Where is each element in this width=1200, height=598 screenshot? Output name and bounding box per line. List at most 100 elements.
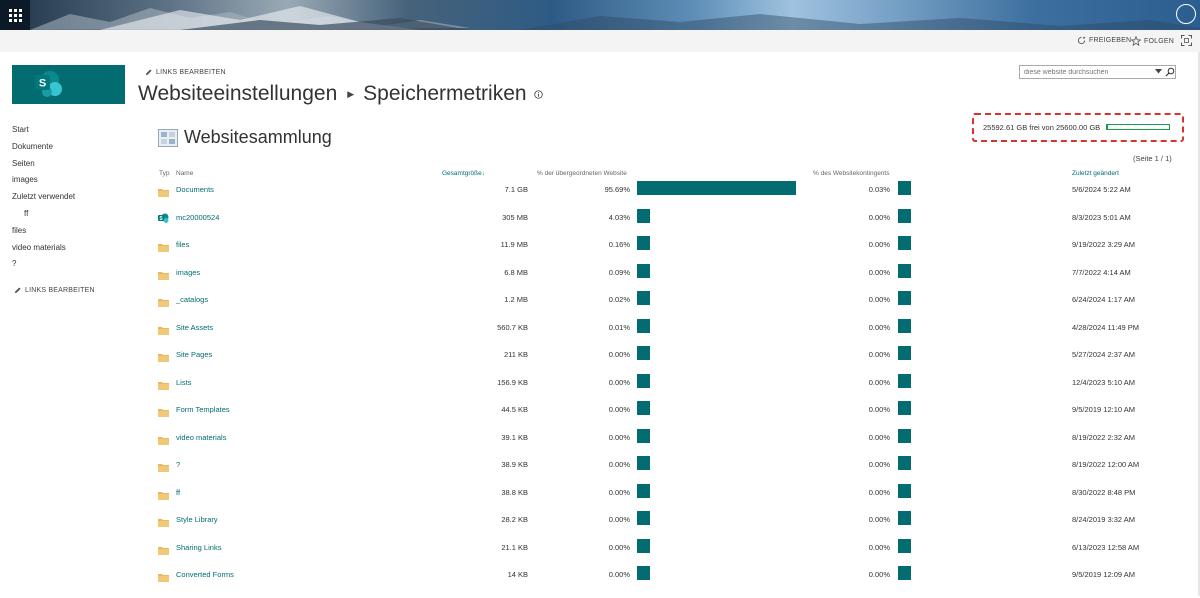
- row-name-link[interactable]: Converted Forms: [176, 570, 234, 579]
- row-size: 305 MB: [502, 212, 528, 222]
- info-icon[interactable]: [533, 89, 543, 99]
- row-pct-parent-bar: [637, 346, 650, 360]
- suite-bar: [0, 0, 1200, 30]
- column-header-type: Typ: [159, 170, 170, 177]
- row-name-link[interactable]: ?: [176, 460, 180, 469]
- pencil-icon: [145, 69, 152, 76]
- row-modified: 6/13/2023 12:58 AM: [1072, 542, 1140, 552]
- row-size: 14 KB: [507, 570, 528, 579]
- row-pct-parent-bar: [637, 566, 650, 580]
- breadcrumb-storage-metrics: Speichermetriken: [363, 82, 527, 105]
- row-size: 38.9 KB: [501, 460, 528, 469]
- row-pct-parent-bar: [637, 428, 650, 443]
- row-name-link[interactable]: ff: [176, 488, 180, 497]
- site-logo[interactable]: S: [12, 65, 125, 104]
- row-size: 1.2 MB: [504, 295, 528, 304]
- search-input[interactable]: [1020, 66, 1149, 78]
- section-title-text: Websitesammlung: [184, 127, 332, 147]
- row-pct-parent: 0.16%: [608, 240, 630, 249]
- row-size: 211 KB: [503, 350, 528, 359]
- row-pct-parent: 0.02%: [608, 295, 630, 304]
- row-size: 7.1 GB: [504, 185, 528, 194]
- edit-links-top[interactable]: LINKS BEARBEITEN: [145, 69, 226, 76]
- nav-item-start[interactable]: Start: [12, 125, 75, 142]
- row-modified: 5/27/2024 2:37 AM: [1072, 350, 1135, 359]
- edit-links-label: LINKS BEARBEITEN: [156, 69, 226, 76]
- row-pct-quota: 0.00%: [868, 487, 890, 497]
- column-header-total-size-label: Gesamtgröße: [442, 170, 482, 177]
- quota-text: 25592.61 GB frei von 25600.00 GB: [983, 123, 1101, 132]
- row-name-link[interactable]: files: [176, 240, 189, 249]
- row-modified: 8/24/2019 3:32 AM: [1072, 515, 1135, 524]
- row-modified: 8/19/2022 12:00 AM: [1072, 460, 1140, 469]
- folder-icon: [158, 294, 169, 312]
- row-pct-quota: 0.00%: [868, 322, 890, 332]
- column-header-pct-quota: % des Websitekontingents: [813, 170, 890, 177]
- row-pct-quota: 0.00%: [868, 377, 890, 387]
- follow-button[interactable]: FOLGEN: [1131, 36, 1174, 46]
- row-pct-parent: 0.00%: [608, 515, 630, 524]
- folder-icon: [158, 322, 169, 340]
- header-mountain-image: [30, 6, 1200, 30]
- folder-icon: [158, 377, 169, 395]
- row-name-link[interactable]: Style Library: [176, 515, 218, 524]
- row-pct-quota: 0.00%: [868, 295, 890, 304]
- row-name-link[interactable]: Lists: [176, 378, 191, 387]
- search-icon[interactable]: [1165, 67, 1175, 77]
- row-pct-quota: 0.00%: [868, 460, 890, 469]
- folder-icon: [158, 487, 169, 505]
- row-name-link[interactable]: Site Pages: [176, 350, 212, 359]
- row-pct-quota: 0.03%: [868, 185, 890, 194]
- row-name-link[interactable]: mc20000524: [176, 213, 219, 222]
- search-scope-dropdown-icon[interactable]: [1155, 69, 1162, 74]
- column-header-total-size[interactable]: Gesamtgröße↓: [442, 170, 485, 177]
- row-pct-parent-bar: [637, 538, 650, 553]
- row-pct-quota-bar: [898, 566, 911, 580]
- row-name-link[interactable]: images: [176, 268, 200, 277]
- nav-item-pages[interactable]: Seiten: [12, 159, 75, 176]
- folder-icon: [158, 542, 169, 560]
- folder-icon: [158, 404, 169, 422]
- row-modified: 8/19/2022 2:32 AM: [1072, 432, 1135, 442]
- row-modified: 8/3/2023 5:01 AM: [1072, 212, 1131, 222]
- star-icon: [1131, 36, 1141, 46]
- row-pct-parent-bar: [637, 456, 650, 470]
- table-row: Sharing Links 21.1 KB 0.00% 0.00% 6/13/2023 …: [0, 538, 1200, 571]
- row-pct-quota-bar: [898, 401, 911, 415]
- avatar[interactable]: [1176, 4, 1196, 24]
- row-name-link[interactable]: _catalogs: [176, 295, 208, 304]
- site-collection-icon: [158, 128, 178, 147]
- table-row: images 6.8 MB 0.09% 0.00% 7/7/2022 4:14 AM: [0, 263, 1200, 296]
- share-button[interactable]: FREIGEBEN: [1077, 36, 1131, 45]
- row-pct-parent-bar: [637, 208, 650, 223]
- row-name-link[interactable]: Sharing Links: [176, 543, 221, 552]
- table-row: Documents 7.1 GB 95.69% 0.03% 5/6/2024 5:22 …: [0, 181, 1200, 213]
- focus-mode-button[interactable]: [1181, 35, 1195, 46]
- table-row: Form Templates 44.5 KB 0.00% 0.00% 9/5/2019 …: [0, 401, 1200, 433]
- folder-icon: [158, 349, 169, 367]
- sharepoint-site-icon: S: [158, 211, 169, 229]
- row-pct-parent: 0.00%: [608, 405, 630, 414]
- row-name-link[interactable]: Form Templates: [176, 405, 230, 414]
- row-pct-quota-bar: [898, 346, 911, 360]
- nav-item-documents[interactable]: Dokumente: [12, 142, 75, 159]
- row-name-link[interactable]: Site Assets: [176, 323, 213, 332]
- row-pct-parent: 0.00%: [608, 460, 630, 469]
- row-name-link[interactable]: video materials: [176, 433, 226, 442]
- page-title: Websiteeinstellungen ▶ Speichermetriken: [138, 82, 543, 106]
- row-pct-parent-bar: [637, 236, 650, 250]
- row-pct-parent: 0.00%: [608, 570, 630, 579]
- row-pct-quota-bar: [898, 236, 911, 250]
- row-pct-quota-bar: [898, 511, 911, 525]
- row-modified: 5/6/2024 5:22 AM: [1072, 185, 1131, 194]
- column-header-modified[interactable]: Zuletzt geändert: [1072, 170, 1119, 177]
- row-pct-parent: 0.00%: [608, 350, 630, 359]
- folder-icon: [158, 569, 169, 587]
- app-launcher-button[interactable]: [0, 0, 30, 30]
- breadcrumb-site-settings[interactable]: Websiteeinstellungen: [138, 82, 337, 106]
- row-pct-quota: 0.00%: [868, 240, 890, 249]
- row-size: 28.2 KB: [501, 515, 528, 524]
- row-pct-parent: 0.00%: [608, 542, 630, 552]
- row-name-link[interactable]: Documents: [176, 185, 214, 194]
- follow-label: FOLGEN: [1144, 37, 1174, 45]
